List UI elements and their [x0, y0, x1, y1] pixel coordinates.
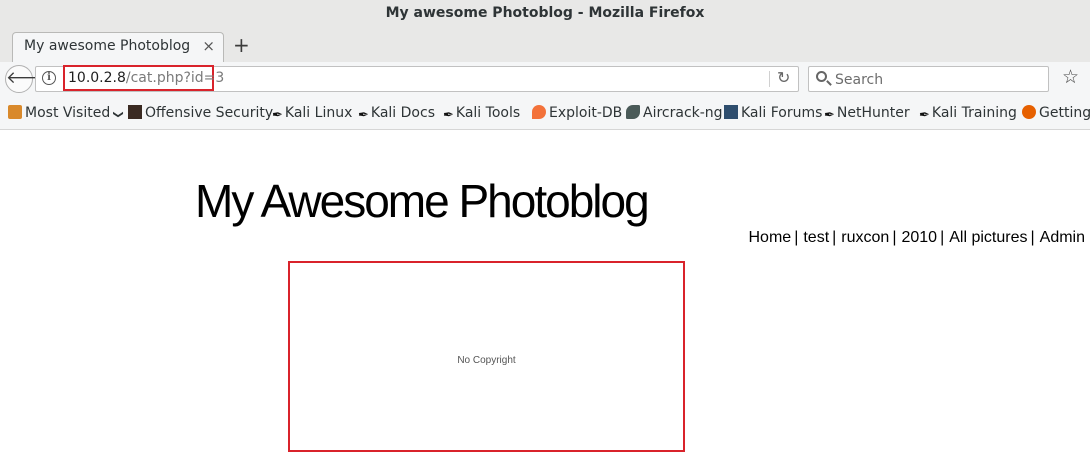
- folder-icon: [8, 105, 22, 119]
- aircrack-icon: [626, 105, 640, 119]
- back-button[interactable]: 🡐: [5, 65, 52, 93]
- site-info-icon[interactable]: i: [42, 71, 56, 85]
- exploit-db-icon: [532, 105, 546, 119]
- kali-dragon-icon: ✒: [358, 108, 369, 123]
- bookmark-label: Kali Forums: [741, 105, 823, 121]
- bookmark-kali-tools[interactable]: ✒ Kali Tools: [443, 105, 520, 123]
- navigation-toolbar: 🡐 i 10.0.2.8/cat.php?id=3 ↻ ☆: [0, 62, 1090, 96]
- photo-caption: No Copyright: [457, 355, 516, 366]
- kali-dragon-icon: ✒: [272, 108, 283, 123]
- nav-separator: |: [794, 229, 799, 246]
- bookmark-kali-forums[interactable]: Kali Forums: [724, 105, 822, 123]
- nav-link-2010[interactable]: 2010: [901, 229, 937, 246]
- bookmark-getting-started[interactable]: Getting Started: [1022, 105, 1090, 123]
- bookmark-aircrack-ng[interactable]: Aircrack-ng: [626, 105, 723, 123]
- url-text[interactable]: 10.0.2.8/cat.php?id=3: [68, 70, 224, 86]
- bookmark-most-visited[interactable]: Most Visited ❯: [8, 105, 124, 123]
- tab-photoblog[interactable]: My awesome Photoblog ×: [12, 32, 224, 62]
- nav-link-test[interactable]: test: [803, 229, 829, 246]
- nav-link-home[interactable]: Home: [749, 229, 792, 246]
- kali-forums-icon: [724, 105, 738, 119]
- nav-link-ruxcon[interactable]: ruxcon: [841, 229, 889, 246]
- kali-dragon-icon: ✒: [919, 108, 930, 123]
- bookmark-label: Getting Started: [1039, 105, 1090, 121]
- site-nav: Home | test | ruxcon | 2010 | All pictures | Admin: [749, 229, 1086, 247]
- bookmark-kali-training[interactable]: ✒ Kali Training: [919, 105, 1017, 123]
- page-content: My Awesome Photoblog Home | test | ruxcon | 20…: [0, 130, 1090, 474]
- bookmark-label: Kali Training: [931, 105, 1017, 121]
- url-host: 10.0.2.8: [68, 70, 126, 86]
- url-bar[interactable]: i 10.0.2.8/cat.php?id=3 ↻: [35, 65, 799, 92]
- close-tab-icon[interactable]: ×: [202, 37, 215, 55]
- url-path: /cat.php?id=3: [125, 70, 225, 86]
- nav-separator: |: [1030, 229, 1035, 246]
- bookmark-exploit-db[interactable]: Exploit-DB: [532, 105, 622, 123]
- new-tab-button[interactable]: +: [233, 33, 250, 57]
- photo-frame: No Copyright: [288, 261, 685, 452]
- bookmark-label: Offensive Security: [145, 105, 274, 121]
- bookmark-star-icon[interactable]: ☆: [1062, 66, 1079, 88]
- nav-separator: |: [940, 229, 945, 246]
- firefox-icon: [1022, 105, 1036, 119]
- bookmark-label: Kali Linux: [284, 105, 353, 121]
- bookmark-label: Exploit-DB: [549, 105, 623, 121]
- nav-link-admin[interactable]: Admin: [1040, 229, 1085, 246]
- search-box[interactable]: [808, 66, 1049, 92]
- bookmark-label: Most Visited: [25, 105, 111, 121]
- bookmark-kali-docs[interactable]: ✒ Kali Docs: [358, 105, 435, 123]
- page-title: My Awesome Photoblog: [195, 175, 650, 227]
- kali-dragon-icon: ✒: [443, 108, 454, 123]
- bookmark-label: Kali Docs: [370, 105, 435, 121]
- search-icon: [816, 71, 827, 82]
- bookmark-offensive-security[interactable]: Offensive Security: [128, 105, 273, 123]
- bookmark-label: Aircrack-ng: [643, 105, 723, 121]
- tab-strip: My awesome Photoblog × +: [0, 26, 1090, 63]
- bookmark-kali-linux[interactable]: ✒ Kali Linux: [272, 105, 352, 123]
- bookmark-label: Kali Tools: [455, 105, 521, 121]
- kali-dragon-icon: ✒: [824, 108, 835, 123]
- offsec-icon: [128, 105, 142, 119]
- chevron-down-icon: ❯: [112, 110, 124, 119]
- bookmark-label: NetHunter: [836, 105, 910, 121]
- bookmark-nethunter[interactable]: ✒ NetHunter: [824, 105, 910, 123]
- browser-window: My awesome Photoblog - Mozilla Firefox M…: [0, 0, 1090, 474]
- tab-title: My awesome Photoblog: [24, 38, 191, 54]
- search-input[interactable]: [833, 69, 1037, 91]
- bookmarks-toolbar: Most Visited ❯ Offensive Security ✒ Kali L…: [0, 96, 1090, 130]
- url-divider: [769, 71, 770, 87]
- nav-separator: |: [832, 229, 837, 246]
- nav-separator: |: [892, 229, 897, 246]
- reload-icon[interactable]: ↻: [777, 68, 790, 87]
- window-title: My awesome Photoblog - Mozilla Firefox: [0, 0, 1090, 26]
- nav-link-all-pictures[interactable]: All pictures: [949, 229, 1027, 246]
